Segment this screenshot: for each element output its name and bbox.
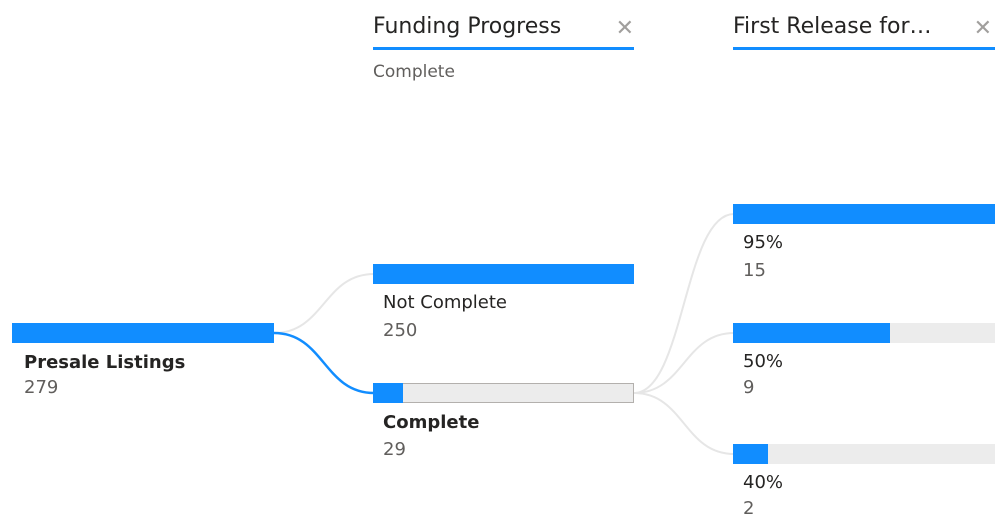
column-subtitle: Complete — [373, 62, 455, 82]
column-header-funding-progress: Funding Progress ✕ — [373, 10, 634, 50]
node-bar-fill — [12, 323, 274, 343]
node-value: 2 — [743, 498, 755, 519]
node-bar-fill — [373, 383, 404, 403]
node-label: 50% — [743, 351, 784, 372]
node-label: Presale Listings — [24, 352, 186, 373]
close-icon[interactable]: ✕ — [974, 16, 992, 41]
node-value: 250 — [383, 320, 418, 341]
node-bar-track — [733, 444, 995, 464]
node-label: Not Complete — [383, 292, 508, 313]
node-label: Complete — [383, 412, 480, 433]
link-complete-95 — [633, 213, 735, 394]
node-bar-track — [12, 323, 274, 343]
node-value: 29 — [383, 439, 406, 460]
column-header-first-release: First Release for… ✕ — [733, 10, 995, 50]
node-label: 95% — [743, 232, 784, 253]
node-bar-track — [373, 383, 634, 403]
link-complete-40 — [633, 392, 735, 455]
node-bar-fill — [733, 204, 995, 224]
close-icon[interactable]: ✕ — [616, 16, 634, 41]
node-bar-fill — [733, 323, 891, 343]
link-complete-50 — [633, 332, 735, 394]
node-label: 40% — [743, 472, 784, 493]
node-bar-fill — [733, 444, 768, 464]
link-root-not-complete — [273, 273, 375, 334]
node-bar-track — [733, 204, 995, 224]
column-title: First Release for… — [733, 14, 932, 39]
link-root-complete — [273, 331, 375, 395]
node-bar-track — [373, 264, 634, 284]
node-bar-track — [733, 323, 995, 343]
node-value: 15 — [743, 260, 766, 281]
node-value: 279 — [24, 377, 59, 398]
node-bar-fill — [373, 264, 634, 284]
node-value: 9 — [743, 377, 755, 398]
column-title: Funding Progress — [373, 14, 562, 39]
